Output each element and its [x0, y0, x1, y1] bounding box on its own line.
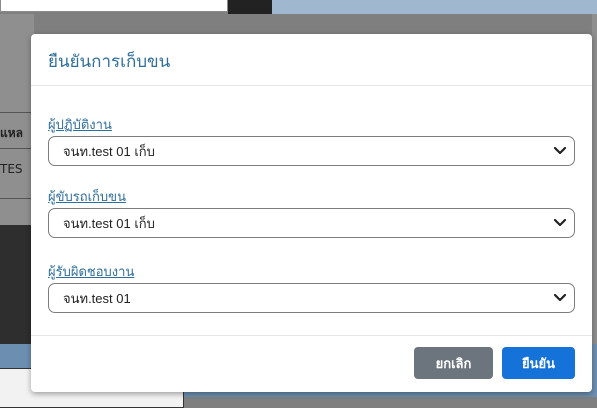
background-dark-block: [228, 0, 272, 14]
background-table-border: [0, 198, 34, 199]
background-table-border: [0, 148, 34, 149]
chevron-down-icon: [554, 217, 566, 229]
chevron-down-icon: [554, 145, 566, 157]
modal-title: ยืนยันการเก็บขน: [48, 52, 171, 71]
background-header: [272, 0, 597, 14]
confirm-collection-modal: ยืนยันการเก็บขน ผู้ปฏิบัติงาน จนท.test 0…: [31, 34, 592, 392]
operator-label: ผู้ปฏิบัติงาน: [48, 117, 112, 132]
driver-select[interactable]: จนท.test 01 เก็บ: [48, 208, 575, 238]
driver-field: ผู้ขับรถเก็บขน จนท.test 01 เก็บ: [48, 188, 575, 238]
background-table-cell: TES: [0, 162, 23, 176]
background-input: [0, 0, 228, 12]
cancel-button[interactable]: ยกเลิก: [414, 347, 493, 379]
confirm-button[interactable]: ยืนยัน: [502, 347, 575, 379]
supervisor-select[interactable]: จนท.test 01: [48, 283, 575, 313]
operator-field: ผู้ปฏิบัติงาน จนท.test 01 เก็บ: [48, 116, 575, 166]
operator-select-value: จนท.test 01 เก็บ: [63, 143, 155, 159]
operator-select[interactable]: จนท.test 01 เก็บ: [48, 136, 575, 166]
driver-select-value: จนท.test 01 เก็บ: [63, 215, 155, 231]
supervisor-label: ผู้รับผิดชอบงาน: [48, 264, 135, 279]
supervisor-select-value: จนท.test 01: [63, 290, 131, 306]
background-right-edge: [592, 14, 597, 344]
modal-footer: ยกเลิก ยืนยัน: [31, 335, 592, 392]
driver-label: ผู้ขับรถเก็บขน: [48, 189, 126, 204]
modal-header: ยืนยันการเก็บขน: [31, 34, 592, 86]
supervisor-field: ผู้รับผิดชอบงาน จนท.test 01: [48, 263, 575, 313]
background-table-border: [0, 112, 34, 113]
chevron-down-icon: [554, 292, 566, 304]
background-dark-panel: [0, 225, 34, 345]
background-table-header: แหล: [0, 126, 23, 140]
